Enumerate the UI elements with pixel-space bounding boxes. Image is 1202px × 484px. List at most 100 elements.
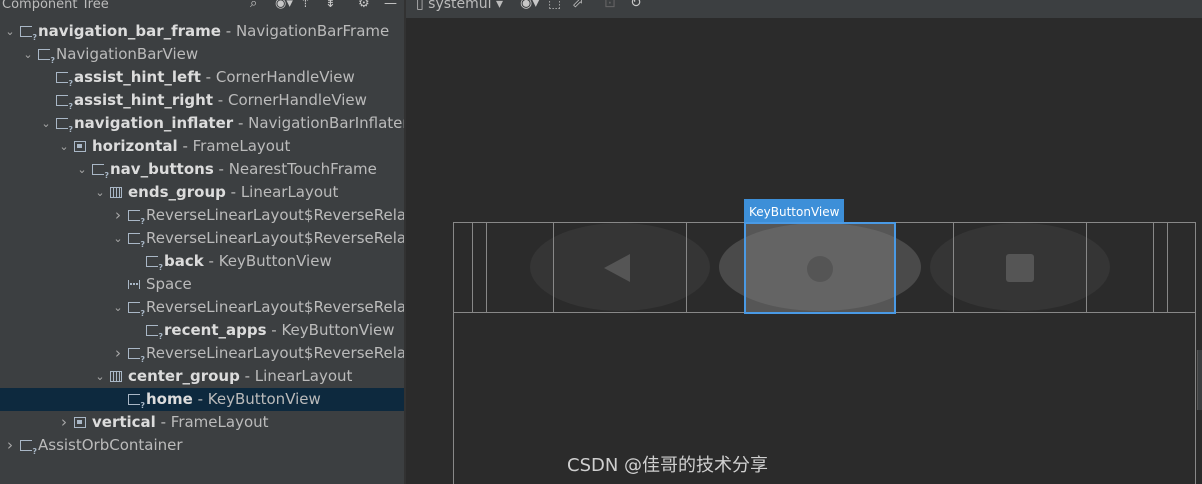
tree-node[interactable]: › ReverseLinearLayout$ReverseRelat...: [0, 204, 404, 227]
node-type: FrameLayout: [170, 413, 269, 431]
chevron-down-icon[interactable]: ⌄: [112, 296, 124, 319]
tree-node-label: navigation_bar_frame - NavigationBarFram…: [38, 20, 389, 43]
ends-group-left-edge: [486, 222, 487, 312]
node-id: navigation_inflater: [74, 114, 234, 132]
view-node-icon: [92, 164, 109, 180]
chevron-down-icon[interactable]: ⌄: [58, 135, 70, 158]
view-node-icon: [128, 348, 145, 364]
node-separator: -: [239, 367, 255, 385]
tree-node[interactable]: Space: [0, 273, 404, 296]
design-panel: ▯ systemui ▾ ◉▾ ⬚ ⬀ ⊡ ↻ KeyButtonView: [406, 0, 1202, 484]
node-id: recent_apps: [164, 321, 267, 339]
tree-node-label: Space: [146, 273, 192, 296]
chevron-down-icon[interactable]: ⌄: [76, 158, 88, 181]
tree-node[interactable]: ⌄ ReverseLinearLayout$ReverseRelat...: [0, 227, 404, 250]
tree-node[interactable]: ⌄ NavigationBarView: [0, 43, 404, 66]
tree-node[interactable]: ⌄ ReverseLinearLayout$ReverseRelat...: [0, 296, 404, 319]
search-icon[interactable]: ⌕: [250, 0, 257, 12]
tree-node[interactable]: › AssistOrbContainer: [0, 434, 404, 457]
space-node-icon: [128, 280, 140, 289]
node-type: NavigationBarFrame: [235, 22, 390, 40]
panel-title: Component Tree: [2, 0, 109, 12]
chevron-right-icon[interactable]: ›: [58, 411, 70, 434]
node-separator: -: [155, 413, 171, 431]
node-id: ends_group: [128, 183, 226, 201]
tree-node[interactable]: ⌄ nav_buttons - NearestTouchFrame: [0, 158, 404, 181]
snapshot-icon[interactable]: ⊡: [604, 0, 616, 11]
tree-node-label: ends_group - LinearLayout: [128, 181, 338, 204]
chevron-right-icon[interactable]: ›: [112, 342, 124, 365]
tree-node-label: assist_hint_left - CornerHandleView: [74, 66, 355, 89]
chevron-down-icon[interactable]: ⌄: [112, 227, 124, 250]
tree-node-label: horizontal - FrameLayout: [92, 135, 290, 158]
tree-node-label: ReverseLinearLayout$ReverseRelat...: [146, 342, 404, 365]
tree-node[interactable]: home - KeyButtonView: [0, 388, 404, 411]
eye-icon[interactable]: ◉▾: [275, 0, 293, 12]
view-node-icon: [56, 118, 73, 134]
back-right-edge: [686, 222, 687, 312]
node-separator: -: [177, 137, 193, 155]
export-icon[interactable]: ⬀: [572, 0, 584, 11]
chevron-down-icon[interactable]: ⌄: [40, 112, 52, 135]
view-node-icon: [20, 26, 37, 42]
linear-node-icon: [110, 187, 122, 198]
chevron-down-icon[interactable]: ⌄: [4, 20, 16, 43]
node-id: assist_hint_left: [74, 68, 201, 86]
tree-node[interactable]: assist_hint_left - CornerHandleView: [0, 66, 404, 89]
recent-apps-icon[interactable]: [1006, 254, 1034, 282]
tree-node[interactable]: › vertical - FrameLayout: [0, 411, 404, 434]
minimize-icon[interactable]: —: [384, 0, 397, 12]
node-id: horizontal: [92, 137, 178, 155]
chevron-down-icon[interactable]: ⌄: [94, 181, 106, 204]
design-toolbar: ▯ systemui ▾ ◉▾ ⬚ ⬀ ⊡ ↻: [406, 0, 1202, 18]
expand-all-icon[interactable]: ⇡: [300, 0, 311, 12]
node-type: ReverseLinearLayout$ReverseRelat...: [146, 298, 404, 316]
assist-hint-left-edge: [472, 222, 473, 312]
tree-node[interactable]: recent_apps - KeyButtonView: [0, 319, 404, 342]
node-separator: -: [225, 183, 241, 201]
node-type: AssistOrbContainer: [38, 436, 183, 454]
tree-node[interactable]: › ReverseLinearLayout$ReverseRelat...: [0, 342, 404, 365]
device-selector[interactable]: ▯ systemui ▾: [416, 0, 503, 12]
tree-node[interactable]: ⌄ center_group - LinearLayout: [0, 365, 404, 388]
eye-icon[interactable]: ◉▾: [520, 0, 539, 11]
tree-node[interactable]: ⌄ navigation_inflater - NavigationBarInfl…: [0, 112, 404, 135]
tree-node[interactable]: ⌄ ends_group - LinearLayout: [0, 181, 404, 204]
node-type: ReverseLinearLayout$ReverseRelat...: [146, 229, 404, 247]
refresh-icon[interactable]: ↻: [630, 0, 642, 11]
tree-node[interactable]: ⌄ horizontal - FrameLayout: [0, 135, 404, 158]
tree-node-label: AssistOrbContainer: [38, 434, 183, 457]
chevron-right-icon[interactable]: ›: [112, 204, 124, 227]
side-toolbar-edge[interactable]: [1197, 350, 1202, 410]
layout-bounds-icon[interactable]: ⬚: [548, 0, 561, 11]
back-left-edge: [553, 222, 554, 312]
tree-node[interactable]: assist_hint_right - CornerHandleView: [0, 89, 404, 112]
node-type: ReverseLinearLayout$ReverseRelat...: [146, 344, 404, 362]
chevron-down-icon[interactable]: ⌄: [22, 43, 34, 66]
node-type: KeyButtonView: [207, 390, 321, 408]
component-tree-header: Component Tree ⌕ ◉▾ ⇡ ⇟ ⚙ —: [0, 0, 404, 14]
recent-right-edge: [1086, 222, 1087, 312]
collapse-all-icon[interactable]: ⇟: [325, 0, 336, 12]
chevron-right-icon[interactable]: ›: [4, 434, 16, 457]
gear-icon[interactable]: ⚙: [358, 0, 370, 12]
view-node-icon: [146, 256, 163, 272]
tree-node-label: ReverseLinearLayout$ReverseRelat...: [146, 227, 404, 250]
node-type: NavigationBarView: [56, 45, 199, 63]
home-icon[interactable]: [807, 256, 833, 282]
tree-node[interactable]: ⌄ navigation_bar_frame - NavigationBarFra…: [0, 20, 404, 43]
node-id: assist_hint_right: [74, 91, 214, 109]
tree-node[interactable]: back - KeyButtonView: [0, 250, 404, 273]
node-type: NavigationBarInflaterV...: [248, 114, 404, 132]
node-type: CornerHandleView: [215, 68, 355, 86]
back-icon[interactable]: [604, 254, 630, 282]
chevron-down-icon[interactable]: ⌄: [94, 365, 106, 388]
node-id: vertical: [92, 413, 156, 431]
tree-node-label: center_group - LinearLayout: [128, 365, 352, 388]
node-separator: -: [233, 114, 249, 132]
view-node-icon: [128, 302, 145, 318]
view-node-icon: [146, 325, 163, 341]
node-type: NearestTouchFrame: [228, 160, 377, 178]
tree-node-label: ReverseLinearLayout$ReverseRelat...: [146, 204, 404, 227]
node-id: navigation_bar_frame: [38, 22, 221, 40]
